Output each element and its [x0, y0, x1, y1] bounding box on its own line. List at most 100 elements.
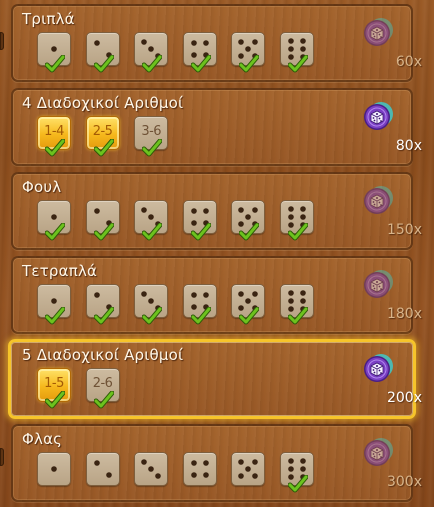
combo-title: Τετραπλά [22, 262, 98, 280]
pip [93, 208, 100, 214]
pip [141, 459, 147, 465]
reward-multiplier: 150x [386, 222, 422, 238]
pip [202, 472, 209, 478]
checkmark-icon [45, 55, 65, 73]
checkmark-icon [288, 475, 308, 493]
pip [202, 460, 209, 466]
pip [148, 214, 154, 220]
pip [288, 46, 294, 52]
pip [190, 472, 197, 478]
checkmark-icon [45, 139, 65, 157]
die-face-1 [37, 452, 71, 486]
pip [300, 290, 306, 296]
pip [252, 291, 259, 297]
checkmark-icon [93, 391, 114, 409]
combo-title: 5 Διαδοχικοί Αριθμοί [22, 346, 184, 364]
edge-nub [0, 32, 4, 50]
reward-multiplier: 200x [386, 390, 422, 406]
pip [245, 466, 252, 472]
pip [238, 207, 245, 213]
pip [190, 40, 197, 46]
pip [288, 38, 294, 44]
pip [238, 39, 245, 45]
checkmark-icon [45, 223, 65, 241]
pip [51, 214, 57, 220]
checkmark-icon [239, 55, 260, 73]
combo-title: Φουλ [22, 178, 62, 196]
die-pips [93, 460, 112, 478]
checkmark-icon [239, 307, 260, 325]
pip [148, 298, 154, 304]
pip [105, 472, 112, 478]
checkmark-icon [190, 55, 211, 73]
pip [300, 38, 306, 44]
pip [288, 214, 294, 220]
pip [190, 292, 197, 298]
pip [300, 206, 306, 212]
pip [252, 473, 259, 479]
combo-title: Φλας [22, 430, 63, 448]
reward-multiplier: 60x [395, 54, 422, 70]
sequence-label: 2-6 [92, 376, 113, 391]
pip [190, 460, 197, 466]
purple-dice-token-icon [364, 102, 393, 130]
pip [300, 298, 306, 304]
pip [93, 460, 100, 466]
pip [288, 290, 294, 296]
pip [252, 207, 259, 213]
pip [93, 40, 100, 46]
combo-title: 4 Διαδοχικοί Αριθμοί [22, 94, 184, 112]
pip [238, 473, 245, 479]
checkmark-icon [93, 139, 114, 157]
checkmark-icon [93, 223, 114, 241]
checkmark-icon [142, 55, 163, 73]
pip [141, 39, 147, 45]
purple-dice-token-icon [364, 270, 393, 298]
checkmark-icon [190, 223, 211, 241]
reward-multiplier: 80x [395, 138, 422, 154]
checkmark-icon [239, 223, 260, 241]
pip [252, 39, 259, 45]
pip [300, 458, 306, 464]
pip [245, 46, 252, 52]
purple-dice-token-icon [364, 186, 393, 214]
pip [245, 298, 252, 304]
checkmark-icon [142, 223, 163, 241]
purple-dice-token-icon [364, 18, 393, 46]
reward-multiplier: 180x [386, 306, 422, 322]
purple-dice-token-icon [364, 354, 393, 382]
die-pips [51, 466, 57, 472]
die-face-2 [85, 452, 120, 486]
pip [288, 466, 294, 472]
pip [148, 46, 154, 52]
checkmark-icon [93, 307, 114, 325]
checkmark-icon [45, 307, 65, 325]
pip [300, 214, 306, 220]
pip [148, 466, 154, 472]
checkmark-icon [288, 223, 308, 241]
checkmark-icon [288, 55, 308, 73]
pip [288, 206, 294, 212]
purple-dice-token-icon [364, 438, 393, 466]
pip [288, 458, 294, 464]
sequence-label: 1-4 [44, 124, 64, 139]
pip [238, 459, 245, 465]
die-face-5 [231, 452, 266, 486]
sequence-label: 1-5 [44, 376, 64, 391]
edge-nub [0, 448, 4, 466]
checkmark-icon [142, 139, 163, 157]
pip [51, 46, 57, 52]
combo-title: Τριπλά [22, 10, 75, 28]
pip [238, 291, 245, 297]
pip [202, 208, 209, 214]
pip [300, 46, 306, 52]
die-pips [238, 459, 259, 479]
checkmark-icon [45, 391, 65, 409]
checkmark-icon [190, 307, 211, 325]
pip [93, 292, 100, 298]
pip [252, 459, 259, 465]
pip [300, 466, 306, 472]
pip [141, 207, 147, 213]
pip [245, 214, 252, 220]
checkmark-icon [142, 307, 163, 325]
